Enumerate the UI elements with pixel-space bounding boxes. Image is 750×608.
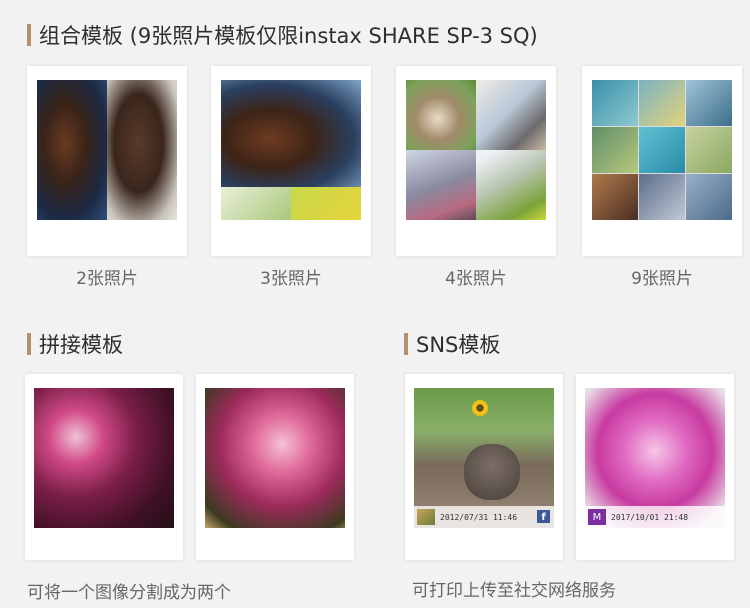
photo-cell xyxy=(686,127,732,173)
template-preview-3-photos xyxy=(221,80,361,220)
photo-cell xyxy=(476,80,546,150)
sns-card-m[interactable]: M 2017/10/01 21:48 xyxy=(576,374,734,560)
photo-cell xyxy=(592,127,638,173)
template-card-3-photos[interactable] xyxy=(211,66,371,256)
photo-cell xyxy=(592,174,638,220)
photo-cell xyxy=(476,150,546,220)
sns-timestamp: 2017/10/01 21:48 xyxy=(611,512,689,522)
template-preview-2-photos xyxy=(37,80,177,220)
photo-cell xyxy=(37,80,107,220)
photo-cell xyxy=(221,187,291,220)
template-card-9-photos[interactable] xyxy=(582,66,742,256)
sns-section-title: SNS模板 xyxy=(404,329,500,359)
photo-cell xyxy=(686,174,732,220)
collage-card-right[interactable] xyxy=(196,374,354,560)
combo-title-text: 组合模板 (9张照片模板仅限instax SHARE SP-3 SQ) xyxy=(39,24,538,48)
template-label-9-photos: 9张照片 xyxy=(631,269,693,289)
collage-section-title: 拼接模板 xyxy=(27,329,123,359)
photo-cell xyxy=(107,80,177,220)
photo-cell xyxy=(592,80,638,126)
photo-cell xyxy=(639,80,685,126)
photo-cell xyxy=(686,80,732,126)
sns-description: 可打印上传至社交网络服务 xyxy=(412,581,616,601)
photo-cell xyxy=(639,127,685,173)
template-preview-4-photos xyxy=(406,80,546,220)
combo-section-title: 组合模板 (9张照片模板仅限instax SHARE SP-3 SQ) xyxy=(27,20,538,50)
template-card-2-photos[interactable] xyxy=(27,66,187,256)
facebook-icon: f xyxy=(537,510,550,523)
photo-cell xyxy=(406,150,476,220)
sns-stamp: M 2017/10/01 21:48 xyxy=(585,506,725,528)
sns-preview-m: M 2017/10/01 21:48 xyxy=(585,388,725,528)
collage-description: 可将一个图像分割成为两个 xyxy=(27,583,231,603)
template-label-4-photos: 4张照片 xyxy=(445,269,507,289)
template-preview-9-photos xyxy=(592,80,732,220)
collage-title-text: 拼接模板 xyxy=(39,333,123,357)
accent-bar xyxy=(27,24,31,46)
template-label-3-photos: 3张照片 xyxy=(260,269,322,289)
sns-title-text: SNS模板 xyxy=(416,333,501,357)
sunflower xyxy=(472,400,488,416)
accent-bar xyxy=(27,333,31,355)
collage-preview-left xyxy=(34,388,174,528)
accent-bar xyxy=(404,333,408,355)
sns-preview-facebook: 2012/07/31 11:46 f xyxy=(414,388,554,528)
dog-statue xyxy=(464,444,520,500)
sns-stamp: 2012/07/31 11:46 f xyxy=(414,506,554,528)
photo-cell xyxy=(221,80,361,187)
photo-cell xyxy=(291,187,361,220)
photo-cell xyxy=(639,174,685,220)
collage-preview-right xyxy=(205,388,345,528)
sns-card-facebook[interactable]: 2012/07/31 11:46 f xyxy=(405,374,563,560)
sns-timestamp: 2012/07/31 11:46 xyxy=(440,512,518,522)
template-card-4-photos[interactable] xyxy=(396,66,556,256)
photo-cell xyxy=(406,80,476,150)
profile-thumbnail xyxy=(417,509,435,525)
collage-card-left[interactable] xyxy=(25,374,183,560)
template-label-2-photos: 2张照片 xyxy=(76,269,138,289)
m-badge-icon: M xyxy=(588,509,606,525)
